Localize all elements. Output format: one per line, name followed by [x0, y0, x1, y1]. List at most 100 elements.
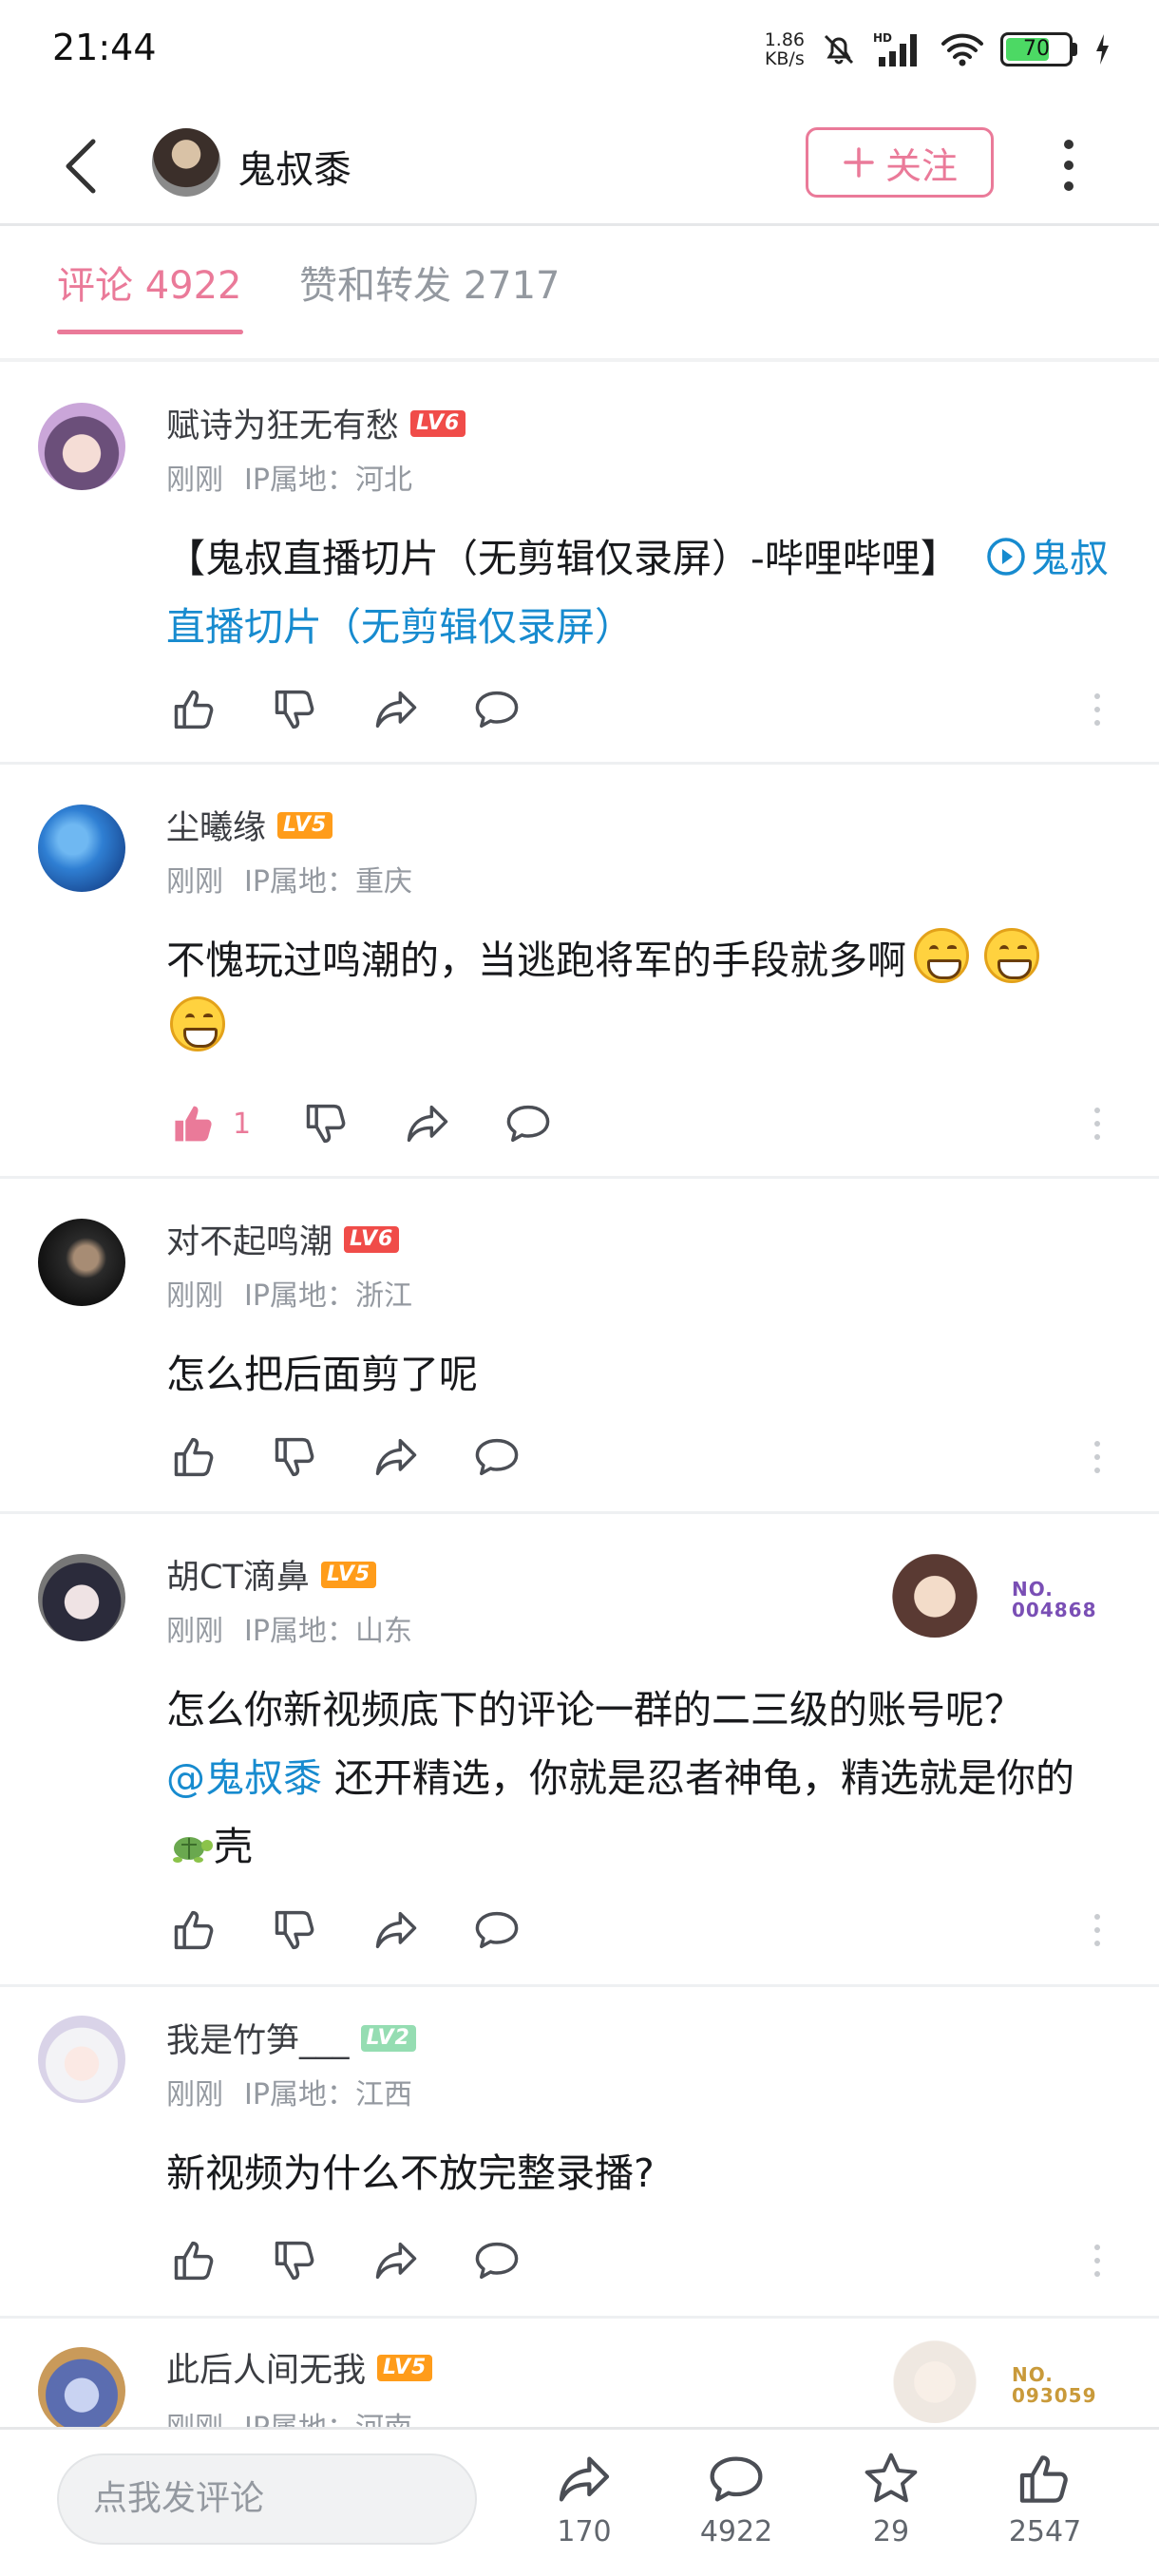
- comment-item: 胡CT滴鼻 LV5 刚刚 IP属地：山东 NO. 004868 怎么你新视频底下的…: [0, 1514, 1159, 1984]
- comment-meta: 刚刚 IP属地：山东: [166, 1607, 412, 1649]
- comment-avatar[interactable]: [38, 2347, 125, 2427]
- thumbs-up-icon: [1015, 2449, 1075, 2510]
- reply-button[interactable]: [468, 2232, 525, 2289]
- comment-time: 刚刚: [166, 2412, 223, 2427]
- like-button[interactable]: [166, 1902, 223, 1959]
- comment-avatar[interactable]: [38, 805, 125, 892]
- like-button[interactable]: [166, 2232, 223, 2289]
- more-options-icon[interactable]: [1054, 127, 1083, 203]
- share-button[interactable]: [368, 1902, 425, 1959]
- comment-time: 刚刚: [166, 2078, 223, 2112]
- comment-more-icon[interactable]: [1091, 1429, 1104, 1486]
- comment-more-icon[interactable]: [1091, 1902, 1104, 1959]
- like-count: 1: [233, 1107, 252, 1141]
- comment-username[interactable]: 对不起鸣潮: [166, 1215, 332, 1263]
- dislike-button[interactable]: [267, 1429, 324, 1486]
- favorite-action[interactable]: 29: [834, 2449, 948, 2548]
- back-button[interactable]: [57, 128, 124, 204]
- comment-avatar-image: [38, 2016, 125, 2103]
- comment-username-row: 我是竹笋___ LV2: [166, 2014, 416, 2062]
- star-icon: [864, 2453, 918, 2503]
- share-count: 170: [557, 2515, 612, 2548]
- share-button[interactable]: [368, 1429, 425, 1486]
- comment-item: 此后人间无我 LV5 刚刚 IP属地：河南 NO. 093059: [0, 2319, 1159, 2427]
- tab-comments[interactable]: 评论 4922: [57, 255, 242, 310]
- like-action[interactable]: 2547: [988, 2449, 1102, 2548]
- level-badge: LV6: [344, 1225, 400, 1253]
- comment-actions: [166, 681, 569, 738]
- comment-text: 新视频为什么不放完整录播?: [166, 2150, 655, 2196]
- reply-icon: [472, 1905, 522, 1955]
- svg-text:HD: HD: [873, 31, 892, 45]
- comment-text: 怎么你新视频底下的评论一群的二三级的账号呢？ @鬼叔黍 还开精选，你就是忍者神龟，…: [166, 1687, 1075, 1869]
- grin-emoji-icon: [170, 996, 225, 1051]
- share-button[interactable]: [368, 2232, 425, 2289]
- dislike-button[interactable]: [267, 681, 324, 738]
- chevron-left-icon: [66, 139, 96, 194]
- thumbs-up-filled-icon: [170, 1099, 219, 1148]
- comment-username[interactable]: 胡CT滴鼻: [166, 1550, 310, 1599]
- play-circle-icon: [987, 538, 1025, 576]
- share-icon: [403, 1099, 452, 1148]
- comment-username[interactable]: 赋诗为狂无有愁: [166, 399, 399, 447]
- comment-username-row: 赋诗为狂无有愁 LV6: [166, 399, 466, 447]
- user-avatar[interactable]: [152, 128, 220, 197]
- comment-username[interactable]: 我是竹笋___: [166, 2014, 350, 2062]
- comment-text: 不愧玩过鸣潮的，当逃跑将军的手段就多啊: [166, 926, 1116, 1063]
- comment-meta: 刚刚 IP属地：河南: [166, 2404, 412, 2427]
- comment-username[interactable]: 此后人间无我: [166, 2343, 366, 2392]
- like-button[interactable]: [166, 1429, 223, 1486]
- comment-more-icon[interactable]: [1091, 2232, 1104, 2289]
- comment-username-row: 此后人间无我 LV5: [166, 2343, 433, 2392]
- share-button[interactable]: [399, 1095, 456, 1152]
- header-username[interactable]: 鬼叔黍: [238, 139, 352, 194]
- grin-emoji-icon: [914, 928, 969, 983]
- comment-meta: 刚刚 IP属地：河北: [166, 456, 412, 498]
- reply-button[interactable]: [468, 1902, 525, 1959]
- comment-avatar[interactable]: [38, 403, 125, 490]
- bottom-action-bar: 点我发评论 170 4922 29 2547: [0, 2427, 1159, 2576]
- comment-count: 4922: [699, 2515, 773, 2548]
- share-action[interactable]: 170: [527, 2449, 641, 2548]
- comment-time: 刚刚: [166, 464, 223, 497]
- comment-item: 赋诗为狂无有愁 LV6 刚刚 IP属地：河北 【鬼叔直播切片（无剪辑仅录屏）-哔哩…: [0, 363, 1159, 762]
- share-button[interactable]: [368, 681, 425, 738]
- comment-username[interactable]: 尘曦缘: [166, 801, 266, 849]
- reply-button[interactable]: [500, 1095, 557, 1152]
- comment-avatar[interactable]: [38, 1554, 125, 1641]
- comment-avatar[interactable]: [38, 1219, 125, 1306]
- comment-ip: IP属地：河南: [244, 2412, 412, 2427]
- comment-actions: [166, 1429, 569, 1486]
- reply-button[interactable]: [468, 1429, 525, 1486]
- comment-action[interactable]: 4922: [679, 2449, 793, 2548]
- header: 鬼叔黍 关注: [0, 104, 1159, 223]
- dislike-button[interactable]: [267, 2232, 324, 2289]
- reply-icon: [504, 1099, 553, 1148]
- dislike-button[interactable]: [298, 1095, 355, 1152]
- mention-link[interactable]: @鬼叔黍: [166, 1755, 322, 1801]
- thumbs-up-icon: [170, 1432, 219, 1482]
- status-icons: 1.86 KB/s HD 70: [765, 28, 1112, 70]
- tab-likes-shares[interactable]: 赞和转发 2717: [299, 255, 560, 310]
- thumbs-down-icon: [302, 1099, 352, 1148]
- follow-button[interactable]: 关注: [806, 127, 994, 198]
- comment-input[interactable]: 点我发评论: [57, 2453, 477, 2545]
- comment-more-icon[interactable]: [1091, 681, 1104, 738]
- like-button[interactable]: [166, 1095, 223, 1152]
- level-badge: LV5: [277, 811, 333, 839]
- reply-button[interactable]: [468, 681, 525, 738]
- comment-time: 刚刚: [166, 1615, 223, 1648]
- comment-ip: IP属地：浙江: [244, 1279, 412, 1313]
- comment-more-icon[interactable]: [1091, 1095, 1104, 1152]
- share-icon: [554, 2449, 615, 2510]
- thumbs-down-icon: [271, 1905, 320, 1955]
- like-button[interactable]: [166, 681, 223, 738]
- dislike-button[interactable]: [267, 1902, 324, 1959]
- comment-ip: IP属地：河北: [244, 464, 412, 497]
- favorite-count: 29: [872, 2515, 910, 2548]
- share-icon: [371, 1905, 421, 1955]
- reply-icon: [472, 685, 522, 734]
- status-bar: 21:44 1.86 KB/s HD 70: [0, 0, 1159, 95]
- comment-username-row: 对不起鸣潮 LV6: [166, 1215, 400, 1263]
- comment-ip: IP属地：重庆: [244, 865, 412, 899]
